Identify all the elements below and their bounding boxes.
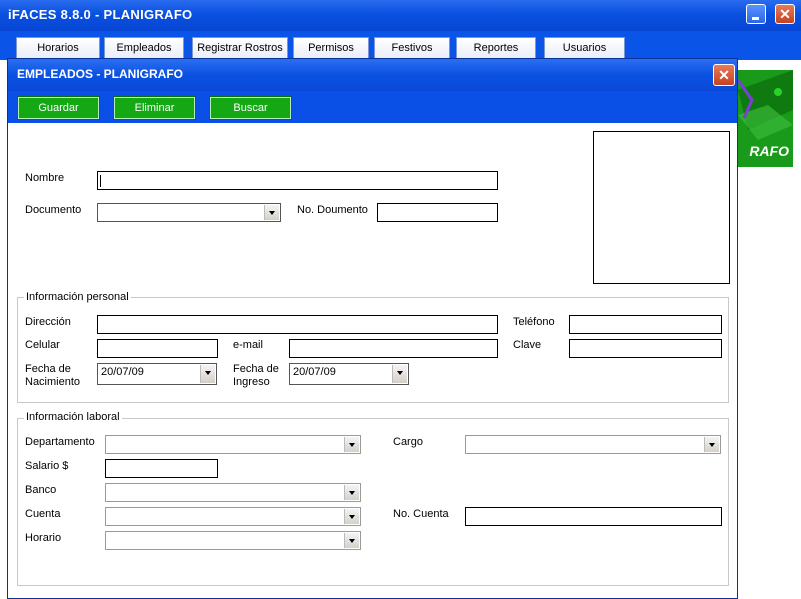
fecha-nacimiento-picker[interactable]: 20/07/09 bbox=[97, 363, 217, 385]
clave-label: Clave bbox=[513, 339, 542, 351]
celular-input[interactable] bbox=[97, 339, 218, 358]
save-button[interactable]: Guardar bbox=[17, 96, 100, 120]
telefono-label: Teléfono bbox=[513, 316, 555, 328]
personal-info-legend: Información personal bbox=[24, 291, 131, 303]
chevron-down-icon[interactable] bbox=[200, 365, 215, 383]
dialog-close-button[interactable]: ✕ bbox=[713, 64, 735, 86]
chevron-down-icon[interactable] bbox=[264, 205, 279, 220]
salario-label: Salario $ bbox=[25, 460, 69, 472]
departamento-select[interactable] bbox=[105, 435, 361, 454]
text-cursor bbox=[100, 175, 101, 187]
chevron-down-icon[interactable] bbox=[344, 533, 359, 548]
horario-label: Horario bbox=[25, 532, 62, 544]
horario-select[interactable] bbox=[105, 531, 361, 550]
chevron-down-icon[interactable] bbox=[344, 437, 359, 452]
no-documento-label: No. Doumento bbox=[297, 204, 368, 216]
delete-button[interactable]: Eliminar bbox=[113, 96, 196, 120]
nombre-input[interactable] bbox=[97, 171, 498, 190]
fecha-ingreso-label-line2: Ingreso bbox=[233, 376, 270, 388]
tab-empleados[interactable]: Empleados bbox=[104, 37, 184, 59]
photo-frame bbox=[593, 131, 730, 284]
fecha-nacimiento-label-line1: Fecha de bbox=[25, 363, 71, 375]
direccion-label: Dirección bbox=[25, 316, 71, 328]
chevron-down-icon[interactable] bbox=[392, 365, 407, 383]
banco-select[interactable] bbox=[105, 483, 361, 502]
fecha-nacimiento-value: 20/07/09 bbox=[101, 366, 144, 378]
no-cuenta-label: No. Cuenta bbox=[393, 508, 449, 520]
cargo-select[interactable] bbox=[465, 435, 721, 454]
fecha-ingreso-label: Fecha de Ingreso bbox=[233, 363, 279, 389]
chevron-down-icon[interactable] bbox=[344, 485, 359, 500]
nombre-label: Nombre bbox=[25, 172, 65, 184]
documento-label: Documento bbox=[25, 204, 82, 216]
no-cuenta-input[interactable] bbox=[465, 507, 722, 526]
email-label: e-mail bbox=[233, 339, 263, 351]
minimize-icon bbox=[752, 17, 759, 20]
fecha-nacimiento-label: Fecha de Nacimiento bbox=[25, 363, 80, 389]
chevron-down-icon[interactable] bbox=[344, 509, 359, 524]
fecha-ingreso-value: 20/07/09 bbox=[293, 366, 336, 378]
banco-label: Banco bbox=[25, 484, 57, 496]
fecha-ingreso-label-line1: Fecha de bbox=[233, 363, 279, 375]
telefono-input[interactable] bbox=[569, 315, 722, 334]
fecha-ingreso-picker[interactable]: 20/07/09 bbox=[289, 363, 409, 385]
logo-text: RAFO bbox=[749, 143, 789, 159]
departamento-label: Departamento bbox=[25, 436, 95, 448]
tab-horarios[interactable]: Horarios bbox=[16, 37, 100, 59]
tab-usuarios[interactable]: Usuarios bbox=[544, 37, 625, 59]
cuenta-label: Cuenta bbox=[25, 508, 61, 520]
tab-registrar-rostros[interactable]: Registrar Rostros bbox=[192, 37, 288, 59]
celular-label: Celular bbox=[25, 339, 60, 351]
minimize-button[interactable] bbox=[746, 4, 766, 24]
cuenta-select[interactable] bbox=[105, 507, 361, 526]
email-input[interactable] bbox=[289, 339, 498, 358]
salario-input[interactable] bbox=[105, 459, 218, 478]
planigrafo-logo: RAFO bbox=[738, 70, 793, 167]
direccion-input[interactable] bbox=[97, 315, 498, 334]
dialog-title: EMPLEADOS - PLANIGRAFO bbox=[17, 67, 184, 81]
documento-select[interactable] bbox=[97, 203, 281, 222]
search-button[interactable]: Buscar bbox=[209, 96, 292, 120]
clave-input[interactable] bbox=[569, 339, 722, 358]
cargo-label: Cargo bbox=[393, 436, 423, 448]
no-documento-input[interactable] bbox=[377, 203, 498, 222]
tab-festivos[interactable]: Festivos bbox=[374, 37, 450, 59]
work-info-legend: Información laboral bbox=[24, 411, 122, 423]
app-title: iFACES 8.8.0 - PLANIGRAFO bbox=[8, 7, 193, 22]
app-close-button[interactable]: ✕ bbox=[775, 4, 795, 24]
fecha-nacimiento-label-line2: Nacimiento bbox=[25, 376, 81, 388]
tab-permisos[interactable]: Permisos bbox=[293, 37, 369, 59]
tab-reportes[interactable]: Reportes bbox=[456, 37, 536, 59]
chevron-down-icon[interactable] bbox=[704, 437, 719, 452]
